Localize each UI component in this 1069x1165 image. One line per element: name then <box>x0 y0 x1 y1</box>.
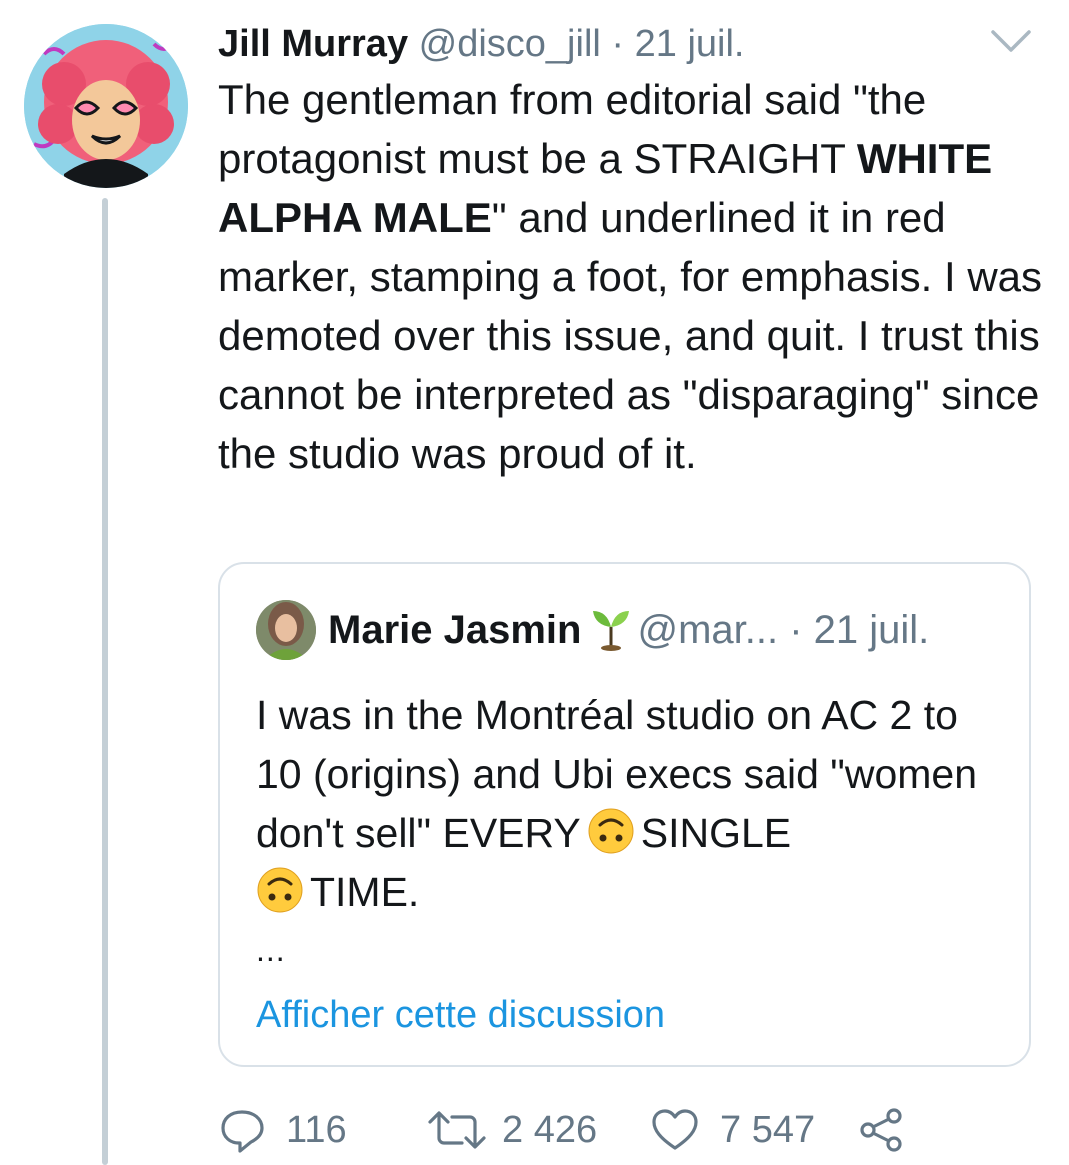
reply-icon <box>221 1110 264 1153</box>
reply-button[interactable]: 116 <box>218 1098 347 1162</box>
header-separator: · <box>600 23 635 65</box>
quoted-text-part2: SINGLE <box>640 810 792 856</box>
quoted-tweet-card[interactable]: Marie Jasmin @mar... · 21 juil. I was in… <box>218 562 1031 1067</box>
tweet-header: Jill Murray @disco_jill · 21 juil. <box>218 18 1039 70</box>
retweet-button[interactable]: 2 426 <box>424 1098 597 1162</box>
quoted-author-name[interactable]: Marie Jasmin <box>328 608 581 652</box>
show-thread-link[interactable]: Afficher cette discussion <box>256 988 665 1042</box>
quoted-tweet-text: I was in the Montréal studio on AC 2 to … <box>256 686 1006 922</box>
tweet-actions: 116 2 426 7 547 <box>218 1098 1018 1162</box>
quoted-text-part3: TIME. <box>310 869 420 915</box>
like-button[interactable]: 7 547 <box>650 1098 815 1162</box>
quoted-author-avatar[interactable] <box>256 600 316 660</box>
share-button[interactable] <box>856 1098 906 1162</box>
heart-icon <box>652 1109 698 1150</box>
upside-down-face-emoji-icon <box>588 808 634 854</box>
quoted-text-ellipsis: ... <box>256 932 286 968</box>
author-handle[interactable]: @disco_jill <box>419 23 601 65</box>
upside-down-face-emoji-icon <box>257 867 303 913</box>
quoted-header-separator: · <box>778 608 814 652</box>
quoted-tweet-header: Marie Jasmin @mar... · 21 juil. <box>328 602 999 658</box>
retweet-icon <box>428 1111 486 1149</box>
quoted-tweet-date[interactable]: 21 juil. <box>814 608 930 652</box>
like-count: 7 547 <box>720 1108 816 1151</box>
quoted-author-handle[interactable]: @mar... <box>637 608 778 652</box>
author-name[interactable]: Jill Murray <box>218 23 408 65</box>
tweet-text-part1: The gentleman from editorial said "the p… <box>218 76 938 182</box>
seedling-emoji-icon <box>593 611 630 651</box>
tweet-text: The gentleman from editorial said "the p… <box>218 70 1048 483</box>
thread-connector-line <box>102 198 108 1165</box>
quoted-avatar-photo <box>256 600 316 660</box>
avatar-illustration <box>24 24 188 188</box>
reply-count: 116 <box>286 1108 347 1151</box>
retweet-count: 2 426 <box>502 1108 598 1151</box>
author-avatar[interactable] <box>24 24 188 188</box>
tweet-date[interactable]: 21 juil. <box>635 23 745 65</box>
share-icon <box>860 1108 902 1152</box>
chevron-down-icon[interactable] <box>989 26 1033 56</box>
